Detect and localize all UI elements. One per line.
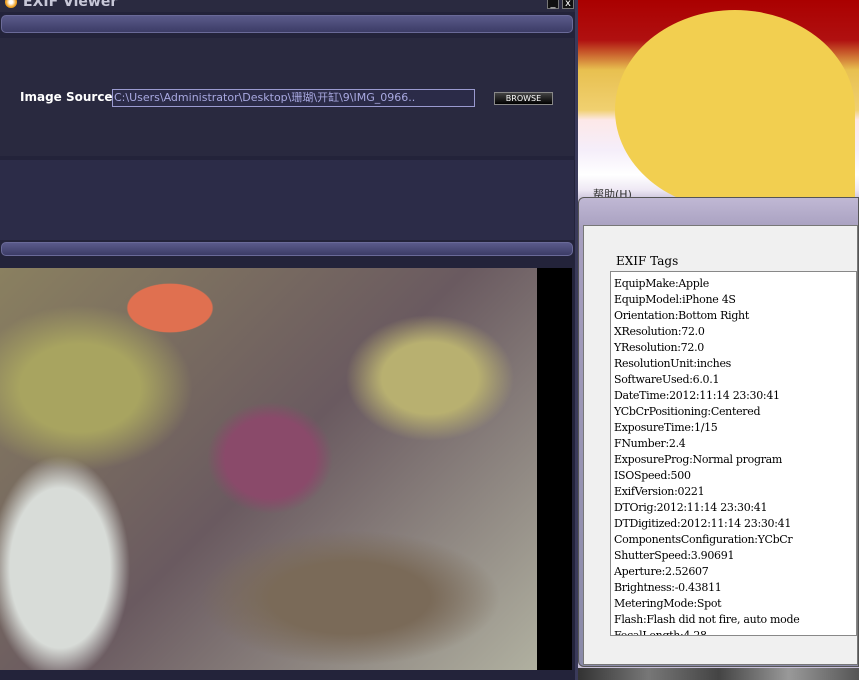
exif-tag-item[interactable]: DTDigitized:2012:11:14 23:30:41 xyxy=(614,516,853,532)
exif-tag-item[interactable]: EquipModel:iPhone 4S xyxy=(614,292,853,308)
exif-tag-item[interactable]: XResolution:72.0 xyxy=(614,324,853,340)
exif-tag-item[interactable]: Aperture:2.52607 xyxy=(614,564,853,580)
image-preview xyxy=(0,268,537,670)
exif-tag-item[interactable]: ExifVersion:0221 xyxy=(614,484,853,500)
separator-bar xyxy=(1,242,573,256)
exif-viewer-window: EXIF Viewer _ x Image Source C:\Users\Ad… xyxy=(0,0,578,680)
exif-tag-item[interactable]: ISOSpeed:500 xyxy=(614,468,853,484)
minimize-button[interactable]: _ xyxy=(547,0,559,9)
exif-tag-item[interactable]: YResolution:72.0 xyxy=(614,340,853,356)
middle-panel xyxy=(0,160,574,240)
exif-tag-item[interactable]: ResolutionUnit:inches xyxy=(614,356,853,372)
app-icon xyxy=(5,0,17,8)
wallpaper-leaf xyxy=(615,10,855,210)
exif-tag-item[interactable]: YCbCrPositioning:Centered xyxy=(614,404,853,420)
image-preview-margin xyxy=(537,268,572,670)
exif-tag-item[interactable]: ExposureTime:1/15 xyxy=(614,420,853,436)
exif-tag-item[interactable]: ExposureProg:Normal program xyxy=(614,452,853,468)
exif-tag-item[interactable]: EquipMake:Apple xyxy=(614,276,853,292)
exif-tag-item[interactable]: Orientation:Bottom Right xyxy=(614,308,853,324)
image-source-label: Image Source xyxy=(20,90,113,104)
image-source-input[interactable]: C:\Users\Administrator\Desktop\珊瑚\开缸\9\I… xyxy=(112,89,475,107)
window-title: EXIF Viewer xyxy=(23,0,118,10)
taskbar-thumbnails[interactable] xyxy=(578,668,859,680)
exif-tag-item[interactable]: Brightness:-0.43811 xyxy=(614,580,853,596)
exif-tag-item[interactable]: ShutterSpeed:3.90691 xyxy=(614,548,853,564)
exif-tag-item[interactable]: FNumber:2.4 xyxy=(614,436,853,452)
exif-tag-item[interactable]: MeteringMode:Spot xyxy=(614,596,853,612)
close-button[interactable]: x xyxy=(562,0,574,9)
exif-tags-label: EXIF Tags xyxy=(616,254,679,268)
browse-button[interactable]: BROWSE xyxy=(494,92,553,105)
exif-tags-window: EXIF Tags EquipMake:Apple EquipModel:iPho… xyxy=(578,197,859,667)
exif-tags-list[interactable]: EquipMake:Apple EquipModel:iPhone 4S Orien… xyxy=(610,271,857,636)
toolbar-strip xyxy=(1,15,573,33)
exif-tag-item[interactable]: Flash:Flash did not fire, auto mode xyxy=(614,612,853,628)
exif-tag-item[interactable]: DTOrig:2012:11:14 23:30:41 xyxy=(614,500,853,516)
exif-tag-item[interactable]: FocalLength:4.28 xyxy=(614,628,853,635)
title-bar[interactable]: EXIF Viewer _ x xyxy=(0,0,575,12)
exif-tag-item[interactable]: ComponentsConfiguration:YCbCr xyxy=(614,532,853,548)
exif-tags-panel: EXIF Tags EquipMake:Apple EquipModel:iPho… xyxy=(583,225,858,665)
exif-tag-item[interactable]: SoftwareUsed:6.0.1 xyxy=(614,372,853,388)
exif-tag-item[interactable]: DateTime:2012:11:14 23:30:41 xyxy=(614,388,853,404)
